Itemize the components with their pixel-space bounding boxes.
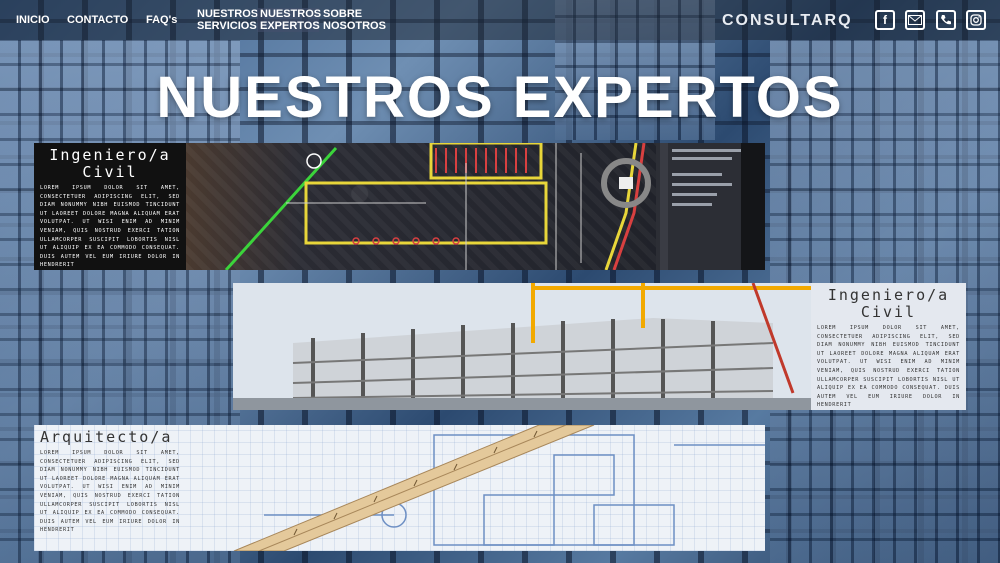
page-title: NUESTROS EXPERTOS xyxy=(156,65,844,130)
card-description: Lorem ipsum dolor sit amet, consectetuer… xyxy=(817,325,960,409)
card-text: Arquitecto/a Lorem ipsum dolor sit amet,… xyxy=(34,425,186,551)
card-title: Arquitecto/a xyxy=(40,428,173,446)
cad-drawing-image xyxy=(186,143,765,270)
expert-card-civil-2: Ingeniero/a Civil Lorem ipsum dolor sit … xyxy=(233,283,966,410)
card-title: Ingeniero/a Civil xyxy=(827,286,950,321)
top-navbar: INICIO CONTACTO FAQ's NUESTROS SERVICIOS… xyxy=(0,0,1000,40)
nav-inicio[interactable]: INICIO xyxy=(16,14,50,26)
facebook-icon[interactable]: f xyxy=(875,10,895,30)
mail-icon[interactable] xyxy=(905,10,925,30)
card-description: Lorem ipsum dolor sit amet, consectetuer… xyxy=(40,185,180,269)
instagram-icon[interactable] xyxy=(966,10,986,30)
brand-logo[interactable]: CONSULTARQ xyxy=(722,12,853,30)
nav-faqs[interactable]: FAQ's xyxy=(146,14,177,26)
card-description: Lorem ipsum dolor sit amet, consectetuer… xyxy=(40,450,180,534)
card-text: Ingeniero/a Civil Lorem ipsum dolor sit … xyxy=(811,283,966,410)
card-text: Ingeniero/a Civil Lorem ipsum dolor sit … xyxy=(34,143,186,270)
nav-nuestros-expertos[interactable]: NUESTROS EXPERTOS xyxy=(257,8,321,32)
nav-contacto[interactable]: CONTACTO xyxy=(67,14,128,26)
nav-sobre-nosotros[interactable]: SOBRE NOSOTROS xyxy=(323,8,386,32)
card-title: Ingeniero/a Civil xyxy=(49,146,171,181)
phone-icon[interactable] xyxy=(936,10,956,30)
expert-card-civil-1: Ingeniero/a Civil Lorem ipsum dolor sit … xyxy=(34,143,765,270)
nav-nuestros-servicios[interactable]: NUESTROS SERVICIOS xyxy=(197,8,259,32)
expert-card-arquitecto: Arquitecto/a Lorem ipsum dolor sit amet,… xyxy=(34,425,765,551)
construction-site-image xyxy=(233,283,811,410)
